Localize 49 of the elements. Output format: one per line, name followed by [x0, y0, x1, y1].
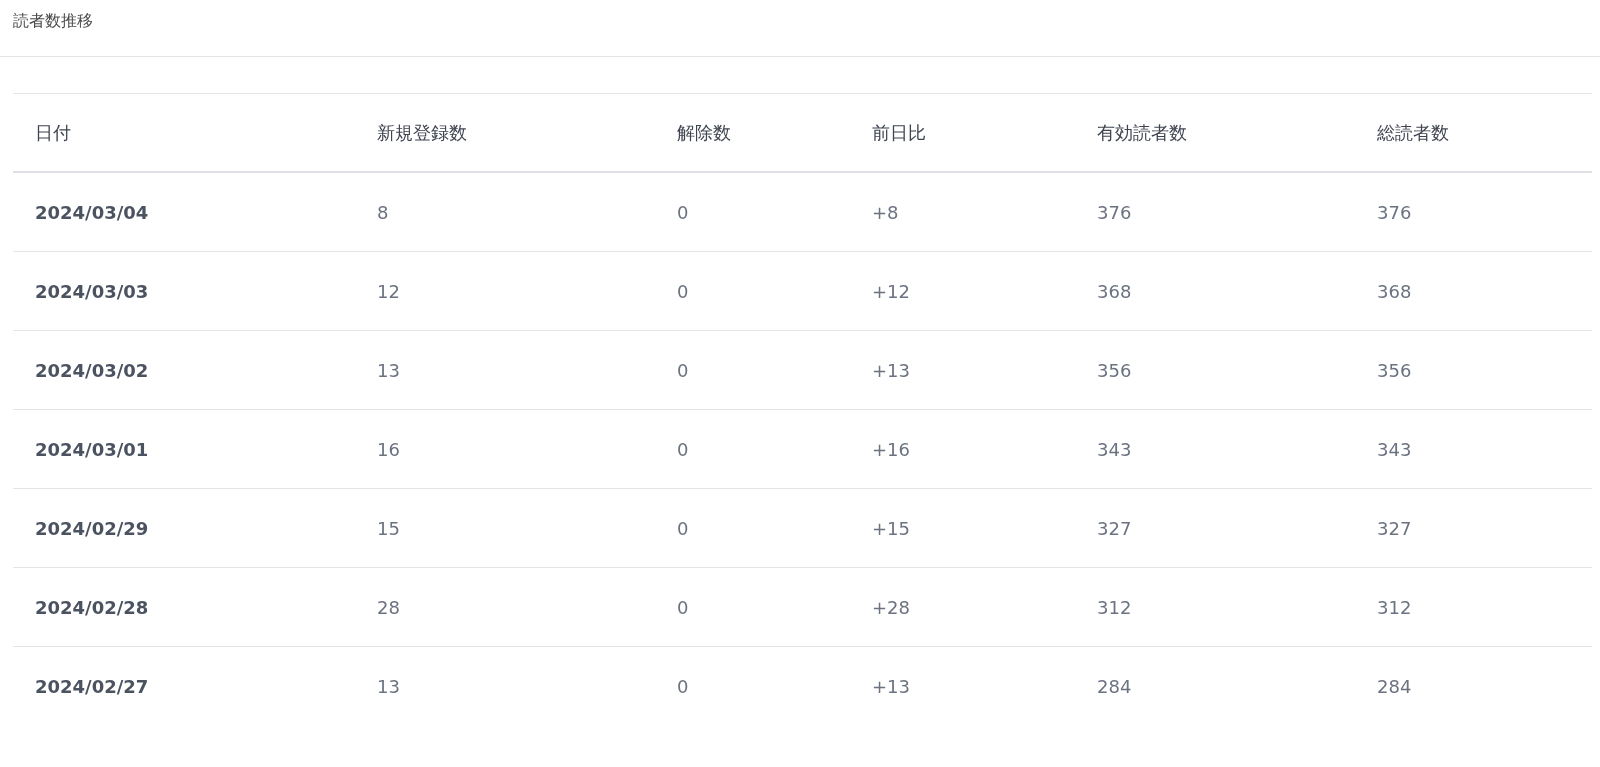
table-cell: 368: [1355, 251, 1592, 331]
table-cell: 12: [355, 251, 655, 331]
table-cell: 284: [1355, 646, 1592, 725]
table-cell: 13: [355, 330, 655, 410]
date-cell: 2024/03/03: [13, 251, 355, 331]
table-cell: 376: [1355, 172, 1592, 252]
table-cell: 368: [1075, 251, 1355, 331]
table-cell: +12: [850, 251, 1075, 331]
table-cell: 376: [1075, 172, 1355, 252]
table-cell: 356: [1075, 330, 1355, 410]
table-cell: +28: [850, 567, 1075, 647]
table-cell: 0: [655, 172, 850, 252]
table-cell: 284: [1075, 646, 1355, 725]
date-cell: 2024/03/04: [13, 172, 355, 252]
table-cell: 13: [355, 646, 655, 725]
table-cell: 343: [1355, 409, 1592, 489]
table-cell: 8: [355, 172, 655, 252]
column-header: 新規登録数: [355, 93, 655, 172]
table-cell: +13: [850, 646, 1075, 725]
table-cell: 0: [655, 251, 850, 331]
date-cell: 2024/02/28: [13, 567, 355, 647]
table-cell: 15: [355, 488, 655, 568]
column-header: 有効読者数: [1075, 93, 1355, 172]
column-header: 総読者数: [1355, 93, 1592, 172]
table-cell: 0: [655, 330, 850, 410]
table-cell: +13: [850, 330, 1075, 410]
table-cell: 327: [1355, 488, 1592, 568]
table-cell: 312: [1355, 567, 1592, 647]
column-header: 解除数: [655, 93, 850, 172]
table-cell: 0: [655, 646, 850, 725]
table-cell: 343: [1075, 409, 1355, 489]
table-cell: +15: [850, 488, 1075, 568]
table-cell: 0: [655, 567, 850, 647]
table-cell: 28: [355, 567, 655, 647]
table-cell: 0: [655, 409, 850, 489]
table-cell: +8: [850, 172, 1075, 252]
table-cell: +16: [850, 409, 1075, 489]
table-cell: 327: [1075, 488, 1355, 568]
date-cell: 2024/02/27: [13, 646, 355, 725]
column-header: 前日比: [850, 93, 1075, 172]
table-cell: 0: [655, 488, 850, 568]
column-header: 日付: [13, 93, 355, 172]
section-title: 読者数推移: [12, 10, 94, 32]
date-cell: 2024/03/01: [13, 409, 355, 489]
table-cell: 312: [1075, 567, 1355, 647]
date-cell: 2024/03/02: [13, 330, 355, 410]
table-cell: 356: [1355, 330, 1592, 410]
table-cell: 16: [355, 409, 655, 489]
date-cell: 2024/02/29: [13, 488, 355, 568]
